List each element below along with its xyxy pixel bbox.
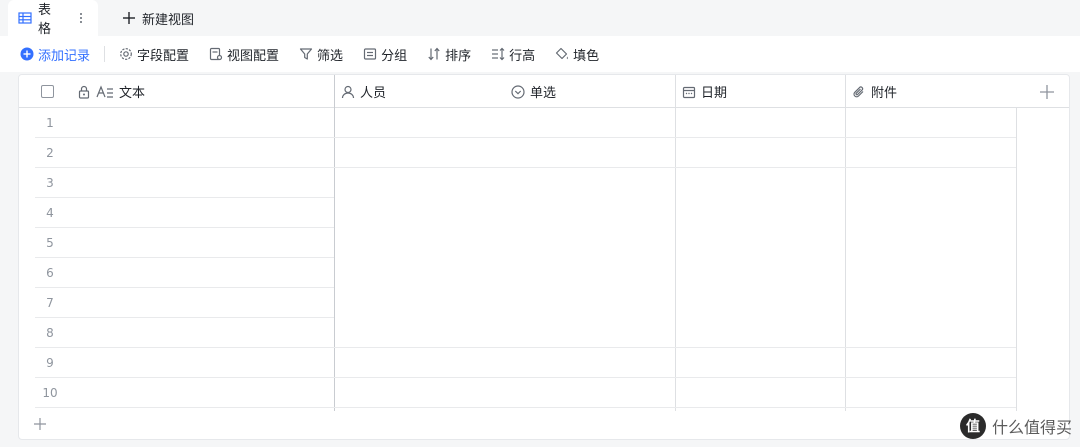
text-field-icon — [96, 84, 114, 99]
row-number: 2 — [46, 146, 54, 160]
column-header-date[interactable]: 日期 — [682, 75, 727, 108]
filter-icon — [299, 47, 313, 61]
filter-button[interactable]: 筛选 — [299, 45, 343, 64]
single-select-icon — [511, 84, 525, 99]
row-height-label: 行高 — [509, 48, 536, 64]
row-number: 9 — [46, 356, 54, 370]
group-button[interactable]: 分组 — [363, 45, 407, 64]
view-config-button[interactable]: 视图配置 — [209, 45, 279, 64]
column-header-attachment[interactable]: 附件 — [852, 75, 897, 108]
add-circle-icon — [20, 47, 34, 61]
tab-table[interactable]: 表格 — [8, 0, 98, 37]
column-header-person[interactable]: 人员 — [341, 75, 386, 108]
column-label: 单选 — [530, 86, 557, 101]
plus-icon — [33, 417, 47, 431]
row-number: 8 — [46, 326, 54, 340]
sort-button[interactable]: 排序 — [427, 45, 471, 64]
view-tabs: 表格 新建视图 — [0, 0, 1080, 37]
fill-color-label: 填色 — [573, 48, 600, 64]
plus-icon — [122, 11, 136, 25]
lock-icon — [77, 85, 91, 99]
row-height-icon — [491, 47, 505, 61]
column-divider — [1016, 108, 1017, 411]
sort-label: 排序 — [445, 48, 472, 64]
plus-icon — [1039, 84, 1055, 100]
column-header-single-select[interactable]: 单选 — [511, 75, 556, 108]
table-row[interactable] — [35, 288, 334, 318]
table-row[interactable] — [35, 318, 1016, 348]
table-row[interactable] — [35, 228, 334, 258]
checkbox-box — [41, 85, 54, 98]
table-row[interactable] — [35, 138, 1016, 168]
row-number: 6 — [46, 266, 54, 280]
toolbar: 添加记录 字段配置 视图配置 筛选 分组 排序 行高 填色 — [0, 36, 1080, 72]
new-view-button[interactable]: 新建视图 — [112, 0, 204, 36]
select-all-checkbox[interactable] — [41, 75, 54, 108]
toolbar-divider — [104, 46, 106, 62]
table-row[interactable] — [35, 258, 334, 288]
filter-label: 筛选 — [317, 48, 344, 64]
more-vertical-icon[interactable] — [74, 11, 88, 25]
sort-icon — [427, 47, 441, 61]
field-config-button[interactable]: 字段配置 — [119, 45, 189, 64]
group-label: 分组 — [381, 48, 408, 64]
table-row[interactable] — [35, 168, 334, 198]
column-header-text[interactable]: 文本 — [77, 75, 145, 108]
add-record-label: 添加记录 — [38, 48, 91, 64]
table-row[interactable] — [35, 198, 334, 228]
data-grid: 文本 人员 单选 日期 附件 1 2 3 4 5 6 7 8 9 10 — [18, 74, 1070, 440]
add-row-button[interactable] — [33, 415, 47, 436]
new-view-label: 新建视图 — [142, 12, 195, 28]
row-number: 4 — [46, 206, 54, 220]
fill-color-button[interactable]: 填色 — [555, 45, 599, 64]
group-icon — [363, 47, 377, 61]
row-number: 5 — [46, 236, 54, 250]
column-label: 日期 — [701, 86, 728, 101]
row-height-button[interactable]: 行高 — [491, 45, 535, 64]
paint-bucket-icon — [555, 47, 569, 61]
row-number: 3 — [46, 176, 54, 190]
calendar-icon — [682, 85, 696, 99]
grid-header: 文本 人员 单选 日期 附件 — [19, 75, 1069, 108]
add-column-button[interactable] — [1039, 75, 1055, 108]
table-row[interactable] — [35, 378, 1016, 408]
tab-table-label: 表格 — [38, 3, 52, 37]
table-row[interactable] — [35, 108, 1016, 138]
view-config-label: 视图配置 — [227, 48, 280, 64]
column-label: 文本 — [119, 86, 146, 101]
table-row[interactable] — [35, 348, 1016, 378]
add-record-button[interactable]: 添加记录 — [20, 45, 90, 64]
field-config-label: 字段配置 — [137, 48, 190, 64]
row-number: 7 — [46, 296, 54, 310]
table-icon — [18, 11, 32, 25]
column-label: 附件 — [871, 86, 898, 101]
column-label: 人员 — [360, 86, 387, 101]
gear-icon — [119, 47, 133, 61]
person-icon — [341, 85, 355, 99]
view-settings-icon — [209, 47, 223, 61]
row-number: 1 — [46, 116, 54, 130]
watermark-text: 什么值得买 — [991, 418, 1072, 437]
watermark-logo: 值 — [959, 413, 986, 439]
row-number: 10 — [42, 386, 58, 400]
attachment-icon — [852, 85, 866, 99]
watermark: 值 什么值得买 — [959, 413, 1072, 439]
